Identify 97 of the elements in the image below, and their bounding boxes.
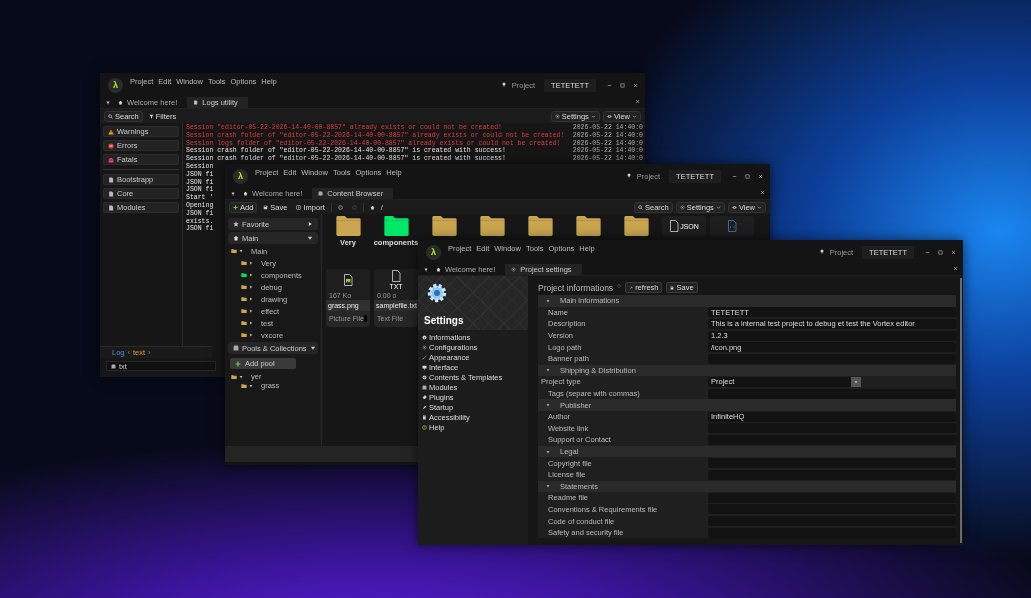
monitor-icon xyxy=(422,365,427,371)
gear-icon xyxy=(422,345,427,351)
home-icon xyxy=(436,267,441,272)
close-icon xyxy=(759,189,765,195)
close-button[interactable] xyxy=(756,172,764,180)
expand-right-icon xyxy=(307,221,313,227)
globe-icon xyxy=(422,375,427,381)
settings-icon xyxy=(679,204,685,210)
fatal-icon xyxy=(108,156,114,163)
status-pill xyxy=(364,315,367,322)
folder-icon[interactable] xyxy=(478,216,506,236)
book-icon xyxy=(422,415,427,421)
folder-icon[interactable] xyxy=(574,216,602,236)
folder-icon[interactable] xyxy=(382,216,410,236)
chevron-down-icon xyxy=(632,113,637,119)
close-button[interactable] xyxy=(949,248,957,256)
input-icon xyxy=(111,363,116,369)
chevron-down-icon xyxy=(757,204,762,210)
box-icon xyxy=(318,191,324,196)
chevron-down-icon xyxy=(590,113,596,119)
folder-icon[interactable] xyxy=(622,216,650,236)
info-icon xyxy=(422,335,427,341)
chevron-down-icon xyxy=(715,204,721,210)
expand-down-icon xyxy=(307,235,313,241)
close-tab-button[interactable] xyxy=(951,264,959,272)
expand-down-icon xyxy=(309,345,316,351)
close-icon xyxy=(634,98,640,104)
tab-menu-icon xyxy=(424,267,428,272)
pin-icon xyxy=(625,173,632,179)
close-tab-button[interactable] xyxy=(758,188,766,196)
brush-icon xyxy=(422,355,427,361)
code-file-icon xyxy=(727,220,737,232)
home-icon xyxy=(233,235,239,241)
app-logo: λ xyxy=(426,244,441,260)
maximize-button[interactable] xyxy=(936,248,944,256)
rocket-icon xyxy=(422,405,427,411)
page-title: Project informations xyxy=(538,282,614,293)
home-icon xyxy=(243,191,248,196)
box-icon xyxy=(233,345,239,351)
text-field[interactable] xyxy=(708,353,956,364)
box-icon xyxy=(422,385,427,391)
text-field[interactable] xyxy=(708,388,956,399)
app-logo: λ xyxy=(108,77,123,93)
star-icon xyxy=(233,221,239,227)
search-icon xyxy=(108,113,113,119)
tab-menu-icon xyxy=(231,191,235,196)
search-icon xyxy=(638,204,643,210)
pin-icon xyxy=(818,249,825,255)
import-icon xyxy=(296,204,302,210)
settings-icon xyxy=(554,113,560,119)
forward-icon xyxy=(351,204,357,210)
save-icon xyxy=(263,204,269,210)
image-file-icon xyxy=(343,274,353,286)
file-card[interactable] xyxy=(710,216,754,236)
close-tab-button[interactable] xyxy=(633,97,641,105)
maximize-icon xyxy=(744,173,750,179)
save-icon xyxy=(670,285,675,290)
app-logo: λ xyxy=(233,168,248,184)
home-icon xyxy=(118,100,123,105)
text-field[interactable] xyxy=(708,434,956,445)
document-icon xyxy=(669,220,680,232)
maximize-icon xyxy=(937,249,943,255)
maximize-button[interactable] xyxy=(743,172,751,180)
close-icon xyxy=(952,265,958,271)
folder-icon[interactable] xyxy=(334,216,362,236)
doc-icon xyxy=(193,100,199,105)
text-field[interactable] xyxy=(708,469,956,480)
close-icon xyxy=(757,173,763,179)
filter-icon xyxy=(148,113,154,119)
gear-icon xyxy=(511,267,517,272)
warning-icon xyxy=(108,128,114,135)
eye-icon xyxy=(731,204,737,210)
text-field[interactable] xyxy=(708,492,956,503)
help-icon xyxy=(422,425,427,431)
scrollbar[interactable] xyxy=(960,278,962,543)
back-icon xyxy=(337,204,343,210)
banner-title: Settings xyxy=(424,315,465,326)
folder-icon[interactable] xyxy=(430,216,458,236)
close-icon xyxy=(950,249,956,255)
eye-icon xyxy=(606,113,612,119)
plus-icon xyxy=(233,204,238,210)
pin-icon xyxy=(500,82,507,88)
home-icon xyxy=(369,204,375,210)
refresh-icon xyxy=(629,285,634,290)
dropdown-button[interactable] xyxy=(851,376,861,387)
close-icon xyxy=(632,82,638,88)
maximize-button[interactable] xyxy=(618,81,626,89)
maximize-icon xyxy=(619,82,625,88)
text-field[interactable] xyxy=(708,458,956,469)
plus-icon xyxy=(235,360,241,367)
text-file-icon xyxy=(391,270,401,282)
folder-icon[interactable] xyxy=(526,216,554,236)
gear-icon xyxy=(426,282,448,304)
plug-icon xyxy=(422,395,427,401)
tab-menu-icon xyxy=(106,100,110,105)
close-button[interactable] xyxy=(631,81,639,89)
error-icon xyxy=(108,142,114,149)
